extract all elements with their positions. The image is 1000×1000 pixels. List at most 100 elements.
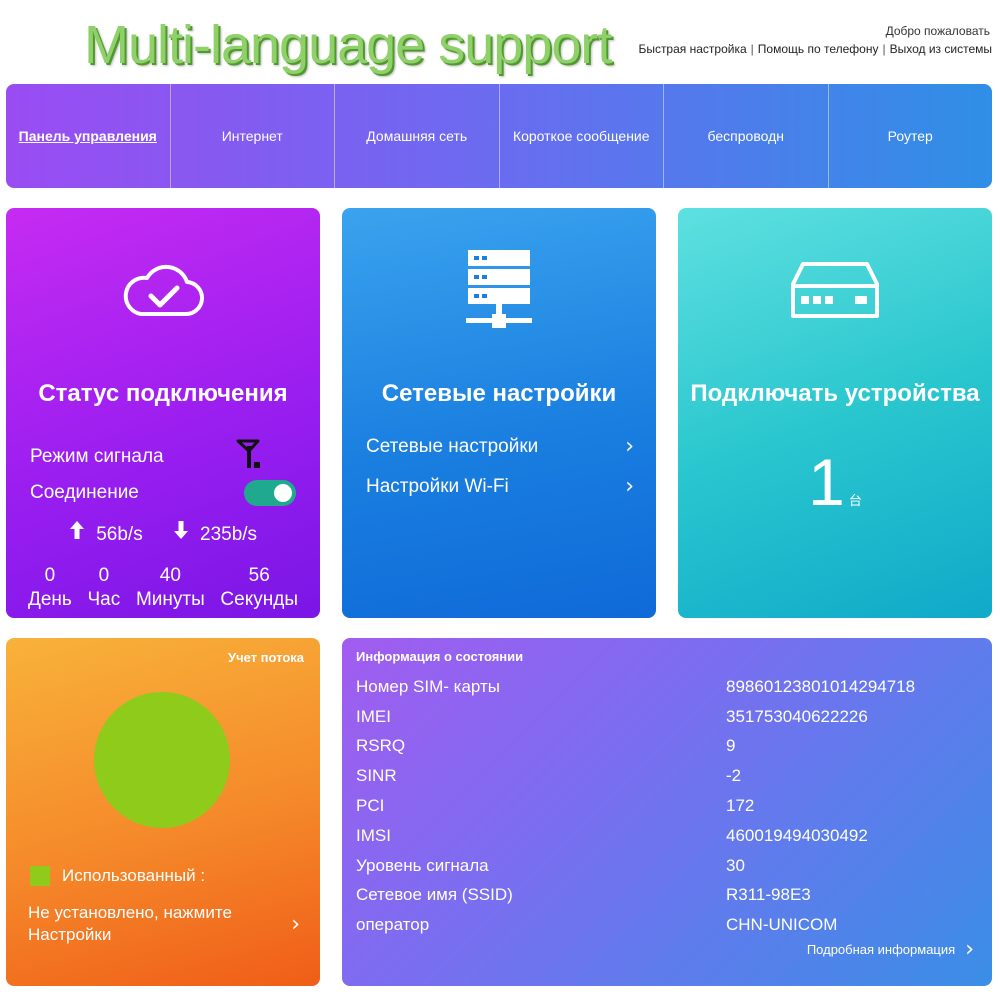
info-value: 9 (726, 736, 736, 756)
phone-help-link[interactable]: Помощь по телефону (758, 42, 879, 56)
table-row: PCI 172 (356, 791, 972, 821)
arrow-down-icon (173, 521, 194, 545)
table-row: IMSI 460019494030492 (356, 821, 972, 851)
welcome-text: Добро пожаловать (885, 24, 990, 38)
devices-card-title: Подключать устройства (690, 380, 980, 407)
info-table: Номер SIM- карты 89860123801014294718 IME… (356, 672, 972, 940)
network-settings-card: Сетевые настройки Сетевые настройки › На… (342, 208, 656, 618)
timer-value: 0 (44, 565, 56, 586)
table-row: Уровень сигнала 30 (356, 851, 972, 881)
nav-dashboard[interactable]: Панель управления (6, 84, 171, 188)
top-links: Быстрая настройка | Помощь по телефону | Вых… (638, 42, 992, 56)
timer-value: 0 (98, 565, 110, 586)
info-value: 30 (726, 855, 745, 875)
info-value: CHN-UNICOM (726, 915, 838, 935)
status-card-title: Статус подключения (38, 380, 288, 407)
antenna-icon (236, 438, 262, 476)
more-info-link[interactable]: Подробная информация › (807, 937, 974, 962)
link-separator: | (750, 42, 754, 56)
table-row: RSRQ 9 (356, 732, 972, 762)
toggle-knob (274, 484, 292, 502)
used-swatch (30, 866, 50, 886)
info-key: оператор (356, 915, 430, 935)
timer-unit: Секунды (220, 589, 298, 610)
wifi-settings-link[interactable]: Настройки Wi-Fi › (366, 474, 634, 499)
timer-unit: Час (87, 589, 121, 610)
status-info-card: Информация о состоянии Номер SIM- карты 8… (342, 638, 992, 986)
timer-days: 0 День (28, 564, 72, 612)
connection-row: Соединение (30, 480, 296, 506)
device-count-value: 1 (808, 445, 845, 519)
download-value: 235b/s (200, 524, 258, 545)
table-row: Номер SIM- карты 89860123801014294718 (356, 672, 972, 702)
traffic-card: Учет потока Использованный : Не установл… (6, 638, 320, 986)
connection-toggle[interactable] (244, 480, 296, 506)
table-row: оператор CHN-UNICOM (356, 910, 972, 940)
page-headline: Multi-language support (84, 15, 612, 75)
info-value: 351753040622226 (726, 706, 868, 726)
info-value: -2 (726, 766, 742, 786)
info-value: R311-98E3 (726, 885, 811, 905)
chevron-right-icon: › (965, 937, 974, 962)
connection-status-card: Статус подключения Режим сигнала Соедине… (6, 208, 320, 618)
network-settings-link[interactable]: Сетевые настройки › (366, 434, 634, 459)
used-label: Использованный : (62, 866, 206, 885)
arrow-up-icon (69, 521, 90, 545)
traffic-card-title: Учет потока (227, 650, 304, 665)
network-card-title: Сетевые настройки (381, 380, 617, 407)
signal-mode-row: Режим сигнала (30, 438, 296, 476)
nav-internet[interactable]: Интернет (171, 84, 335, 188)
info-key: IMSI (356, 825, 391, 845)
wifi-settings-link-label: Настройки Wi-Fi (366, 475, 509, 497)
info-key: Номер SIM- карты (356, 676, 501, 696)
timer-unit: Минуты (135, 589, 205, 610)
traffic-usage-chart (94, 692, 230, 828)
upload-speed: 56b/s (69, 520, 143, 546)
info-key: RSRQ (356, 736, 406, 756)
timer-value: 40 (159, 565, 181, 586)
more-info-label: Подробная информация (806, 942, 956, 957)
info-key: Уровень сигнала (356, 855, 489, 875)
signal-mode-label: Режим сигнала (30, 446, 164, 467)
timer-value: 56 (248, 565, 270, 586)
nav-wireless[interactable]: беспроводн (664, 84, 829, 188)
traffic-legend: Использованный : (30, 866, 205, 886)
timer-seconds: 56 Секунды (220, 564, 298, 612)
network-settings-link-label: Сетевые настройки (366, 435, 539, 457)
upload-value: 56b/s (96, 524, 143, 545)
download-speed: 235b/s (173, 520, 257, 546)
info-value: 89860123801014294718 (726, 676, 916, 696)
speed-readout: 56b/s 235b/s (6, 520, 320, 546)
info-key: SINR (356, 766, 397, 786)
nav-router[interactable]: Роутер (829, 84, 993, 188)
connection-label: Соединение (30, 482, 139, 503)
timer-minutes: 40 Минуты (136, 564, 205, 612)
traffic-settings-link[interactable]: Не установлено, нажмите Настройки › (28, 902, 300, 946)
connection-timer: 0 День 0 Час 40 Минуты 56 Секунды (28, 564, 298, 612)
nav-home-network[interactable]: Домашняя сеть (335, 84, 500, 188)
logout-link[interactable]: Выход из системы (890, 42, 992, 56)
connected-devices-card: Подключать устройства 1台 (678, 208, 992, 618)
timer-unit: День (28, 589, 72, 610)
info-key: Сетевое имя (SSID) (356, 885, 513, 905)
chevron-right-icon: › (625, 434, 634, 459)
device-count: 1台 (678, 444, 992, 520)
quick-setup-link[interactable]: Быстрая настройка (638, 42, 746, 56)
server-network-icon (464, 248, 534, 343)
info-key: IMEI (356, 706, 391, 726)
chevron-right-icon: › (291, 911, 300, 937)
device-count-unit: 台 (848, 493, 862, 508)
table-row: Сетевое имя (SSID) R311-98E3 (356, 881, 972, 911)
table-row: SINR -2 (356, 761, 972, 791)
timer-hours: 0 Час (88, 564, 121, 612)
cloud-check-icon (121, 264, 205, 325)
info-key: PCI (356, 796, 385, 816)
traffic-settings-link-label: Не установлено, нажмите Настройки (28, 903, 232, 944)
chevron-right-icon: › (625, 474, 634, 499)
router-icon (789, 260, 881, 327)
info-value: 460019494030492 (726, 825, 868, 845)
info-card-title: Информация о состоянии (356, 649, 524, 664)
nav-sms[interactable]: Короткое сообщение (500, 84, 664, 188)
table-row: IMEI 351753040622226 (356, 702, 972, 732)
link-separator: | (882, 42, 886, 56)
